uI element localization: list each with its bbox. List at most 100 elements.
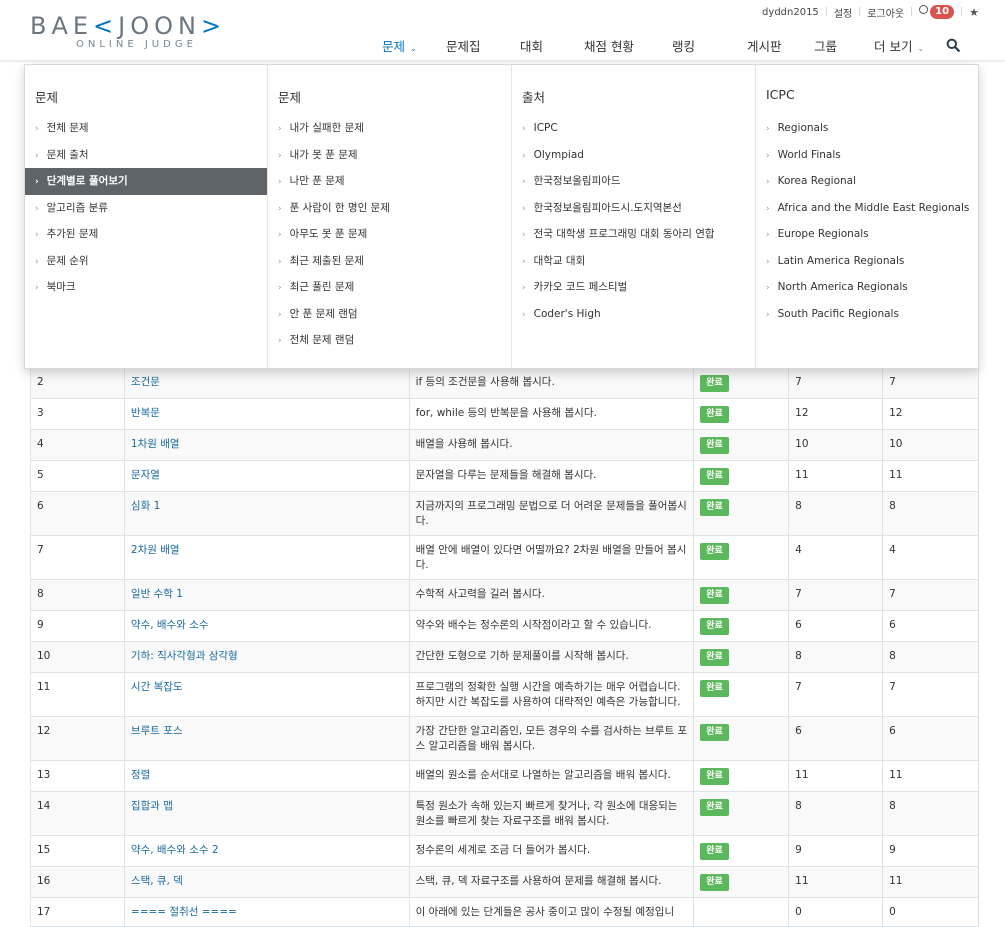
menu-item-label: South Pacific Regionals bbox=[777, 307, 899, 320]
menu-item[interactable]: › 북마크 bbox=[25, 274, 267, 301]
step-title-link[interactable]: 시간 복잡도 bbox=[131, 681, 183, 693]
status-badge: 완료 bbox=[700, 468, 729, 485]
step-solved-cell: 7 bbox=[882, 672, 979, 717]
chevron-right-icon: › bbox=[522, 124, 526, 134]
nav-item[interactable]: 게시판 bbox=[747, 36, 814, 58]
notifications-button[interactable]: 10 bbox=[919, 5, 955, 19]
menu-item[interactable]: › 전국 대학생 프로그래밍 대회 동아리 연합 bbox=[512, 221, 755, 248]
step-title-link[interactable]: 기하: 직사각형과 삼각형 bbox=[131, 650, 238, 662]
step-title-link[interactable]: 브루트 포스 bbox=[131, 725, 183, 737]
nav-item[interactable]: 대회 bbox=[520, 36, 584, 58]
menu-item[interactable]: › Africa and the Middle East Regionals bbox=[756, 195, 980, 222]
menu-item[interactable]: › 내가 실패한 문제 bbox=[268, 115, 511, 142]
step-number-cell: 7 bbox=[30, 535, 125, 580]
step-title-link[interactable]: 1차원 배열 bbox=[131, 438, 180, 450]
menu-item-list: › 내가 실패한 문제 › 내가 못 푼 문제 › 나만 푼 문제 › 푼 사람이 한 명인 … bbox=[268, 115, 511, 354]
menu-item[interactable]: › 최근 풀린 문제 bbox=[268, 274, 511, 301]
step-solved-cell: 11 bbox=[882, 760, 979, 792]
menu-item[interactable]: › 나만 푼 문제 bbox=[268, 168, 511, 195]
nav-item[interactable]: 문제 ⌄ bbox=[382, 36, 446, 58]
step-number-cell: 17 bbox=[30, 897, 125, 927]
menu-item-label: Regionals bbox=[777, 122, 829, 134]
search-icon[interactable] bbox=[946, 38, 960, 52]
step-title-cell: 약수, 배수와 소수 2 bbox=[123, 835, 410, 867]
step-title-link[interactable]: 집합과 맵 bbox=[131, 800, 173, 812]
menu-column-problems: 문제 › 전체 문제 › 문제 출처 › 단계별로 풀어보기 › 알고리즘 분류 › 추가된 문제 ›… bbox=[25, 65, 268, 368]
menu-item[interactable]: › 문제 순위 bbox=[25, 248, 267, 275]
menu-item[interactable]: › 단계별로 풀어보기 bbox=[25, 168, 267, 195]
menu-item[interactable]: › 문제 출처 bbox=[25, 142, 267, 169]
table-row: 2 조건문 if 등의 조건문을 사용해 봅시다. 완료 7 7 bbox=[30, 367, 979, 399]
menu-item[interactable]: › Europe Regionals bbox=[756, 221, 980, 248]
nav-item[interactable]: 문제집 bbox=[446, 36, 520, 58]
menu-item[interactable]: › 한국정보올림피아드 bbox=[512, 168, 755, 195]
step-title-link[interactable]: ==== 절취선 ==== bbox=[131, 906, 237, 918]
step-title-link[interactable]: 약수, 배수와 소수 2 bbox=[131, 844, 219, 856]
menu-item[interactable]: › 추가된 문제 bbox=[25, 221, 267, 248]
step-status-cell: 완료 bbox=[693, 672, 790, 717]
menu-item[interactable]: › ICPC bbox=[512, 115, 755, 142]
menu-item[interactable]: › 카카오 코드 페스티벌 bbox=[512, 274, 755, 301]
step-solved-cell: 8 bbox=[882, 491, 979, 536]
step-total-cell: 0 bbox=[788, 897, 884, 927]
step-title-link[interactable]: 문자열 bbox=[131, 469, 160, 481]
settings-link[interactable]: 설정 bbox=[834, 5, 852, 20]
menu-item[interactable]: › 안 푼 문제 랜덤 bbox=[268, 301, 511, 328]
menu-item[interactable]: › North America Regionals bbox=[756, 274, 980, 301]
menu-item[interactable]: › 전체 문제 bbox=[25, 115, 267, 142]
nav-item[interactable]: 그룹 bbox=[814, 36, 874, 58]
nav-item[interactable]: 채점 현황 bbox=[584, 36, 672, 58]
menu-item-label: 내가 실패한 문제 bbox=[289, 122, 364, 134]
logo-subtitle: ONLINE JUDGE bbox=[76, 39, 197, 50]
menu-item[interactable]: › World Finals bbox=[756, 142, 980, 169]
menu-item[interactable]: › Olympiad bbox=[512, 142, 755, 169]
status-badge: 완료 bbox=[700, 618, 729, 635]
menu-item[interactable]: › 푼 사람이 한 명인 문제 bbox=[268, 195, 511, 222]
menu-item[interactable]: › 대학교 대회 bbox=[512, 248, 755, 275]
step-status-cell: 완료 bbox=[693, 610, 790, 642]
step-title-link[interactable]: 약수, 배수와 소수 bbox=[131, 619, 209, 631]
step-title-link[interactable]: 조건문 bbox=[131, 376, 160, 388]
nav-item[interactable]: 랭킹 bbox=[672, 36, 747, 58]
problem-dropdown-menu: 문제 › 전체 문제 › 문제 출처 › 단계별로 풀어보기 › 알고리즘 분류 › 추가된 문제 ›… bbox=[24, 64, 979, 369]
step-total-cell: 6 bbox=[788, 610, 884, 642]
username-link[interactable]: dyddn2015 bbox=[762, 7, 819, 18]
site-logo[interactable]: BAE<JOON> ONLINE JUDGE bbox=[30, 12, 250, 54]
step-title-link[interactable]: 심화 1 bbox=[131, 500, 160, 512]
chevron-right-icon: › bbox=[35, 203, 39, 214]
step-description-cell: 지금까지의 프로그래밍 문법으로 더 어려운 문제들을 풀어봅시다. bbox=[408, 491, 695, 536]
menu-item[interactable]: › 전체 문제 랜덤 bbox=[268, 327, 511, 354]
menu-item[interactable]: › 아무도 못 푼 문제 bbox=[268, 221, 511, 248]
menu-item-label: 카카오 코드 페스티벌 bbox=[533, 281, 628, 293]
step-title-link[interactable]: 반복문 bbox=[131, 407, 160, 419]
menu-item-label: 알고리즘 분류 bbox=[46, 201, 108, 214]
nav-item[interactable]: 더 보기 ⌄ bbox=[874, 36, 948, 58]
step-title-link[interactable]: 2차원 배열 bbox=[131, 544, 180, 556]
menu-item[interactable]: › 한국정보올림피아드시.도지역본선 bbox=[512, 195, 755, 222]
menu-item[interactable]: › Coder's High bbox=[512, 301, 755, 328]
menu-item[interactable]: › 알고리즘 분류 bbox=[25, 195, 267, 222]
step-description-cell: 배열을 사용해 봅시다. bbox=[408, 429, 695, 461]
menu-item[interactable]: › South Pacific Regionals bbox=[756, 301, 980, 328]
menu-item[interactable]: › Korea Regional bbox=[756, 168, 980, 195]
menu-item[interactable]: › Regionals bbox=[756, 115, 980, 142]
step-title-link[interactable]: 정렬 bbox=[131, 769, 150, 781]
menu-item[interactable]: › Latin America Regionals bbox=[756, 248, 980, 275]
status-badge: 완료 bbox=[700, 724, 729, 741]
step-title-link[interactable]: 일반 수학 1 bbox=[131, 588, 183, 600]
menu-item[interactable]: › 최근 제출된 문제 bbox=[268, 248, 511, 275]
step-description-cell: 수학적 사고력을 길러 봅시다. bbox=[408, 579, 695, 611]
nav-item-label: 채점 현황 bbox=[584, 39, 634, 54]
chevron-right-icon: › bbox=[35, 256, 39, 267]
step-title-cell: 반복문 bbox=[123, 398, 410, 430]
chevron-right-icon: › bbox=[766, 309, 770, 320]
topbar-separator: | bbox=[858, 7, 862, 17]
logout-link[interactable]: 로그아웃 bbox=[867, 5, 904, 20]
step-title-link[interactable]: 스택, 큐, 덱 bbox=[131, 875, 183, 887]
menu-column-heading: ICPC bbox=[766, 87, 795, 102]
menu-item[interactable]: › 내가 못 푼 문제 bbox=[268, 142, 511, 169]
status-badge: 완료 bbox=[700, 843, 729, 860]
menu-item-label: 푼 사람이 한 명인 문제 bbox=[289, 201, 390, 214]
step-title-cell: 조건문 bbox=[123, 367, 410, 399]
star-icon[interactable]: ★ bbox=[969, 6, 979, 19]
